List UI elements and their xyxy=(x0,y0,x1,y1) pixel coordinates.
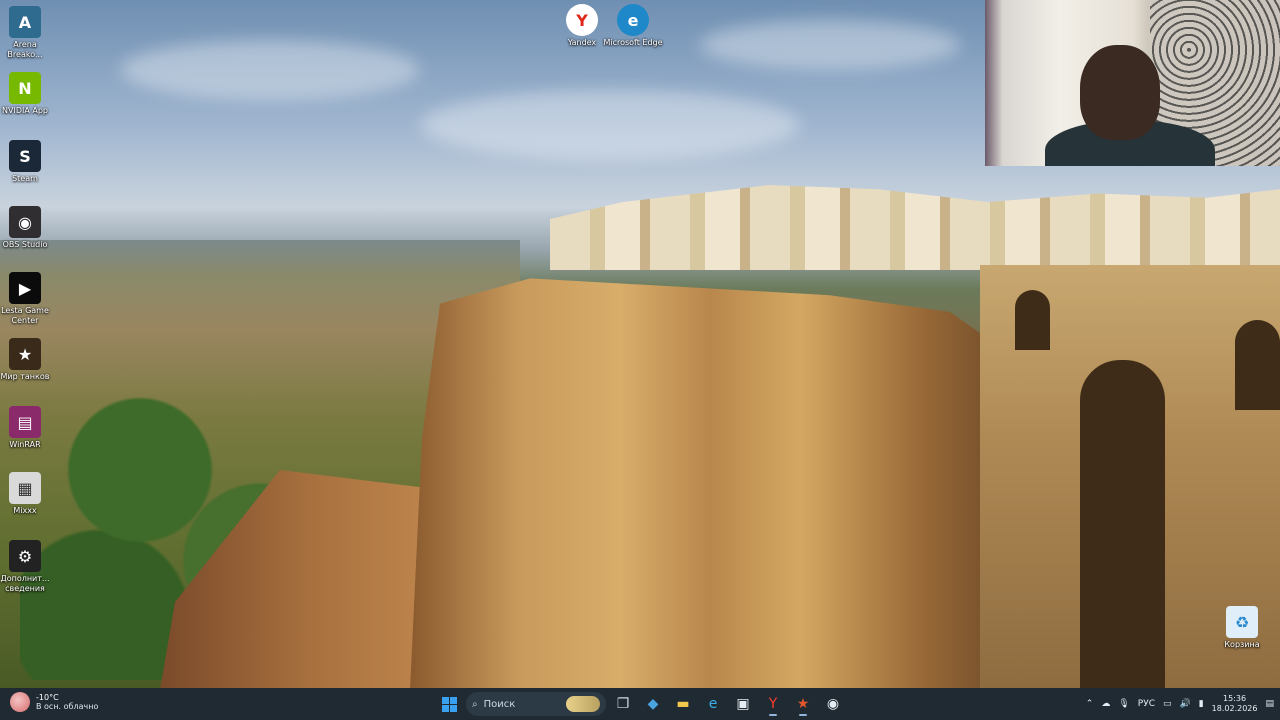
taskbar-button-microsoft-store[interactable]: ▣ xyxy=(730,691,756,717)
microsoft-store-alt-icon: ◆ xyxy=(647,696,659,712)
windows-start-icon xyxy=(441,696,457,712)
desktop-shortcut-microsoft-edge[interactable]: e Microsoft Edge xyxy=(603,4,663,48)
taskbar-apps: ❐ ◆ ▬ e ▣ Y ★ ◉ xyxy=(610,691,846,717)
desktop-shortcut-label: Lesta Game Center xyxy=(1,306,49,325)
obs-studio-icon: ◉ xyxy=(9,206,41,238)
cloud xyxy=(120,40,420,100)
show-hidden-icons-chevron-icon[interactable]: ⌃ xyxy=(1086,699,1094,709)
search-placeholder: Поиск xyxy=(483,698,516,710)
desktop-shortcut-label: Мир танков xyxy=(0,372,50,381)
taskbar-button-lesta-taskbar[interactable]: ★ xyxy=(790,691,816,717)
weather-desc: В осн. облачно xyxy=(36,702,99,711)
microsoft-edge-icon: e xyxy=(617,4,649,36)
recycle-bin-icon: ♻ xyxy=(1226,606,1258,638)
taskbar-button-obs-taskbar[interactable]: ◉ xyxy=(820,691,846,717)
cloud xyxy=(700,20,960,70)
taskbar-button-edge-taskbar[interactable]: e xyxy=(700,691,726,717)
town-buildings xyxy=(550,185,1280,270)
microphone-icon[interactable]: 🎙 xyxy=(1118,699,1129,709)
recycle-bin-label: Корзина xyxy=(1224,640,1260,649)
start-button[interactable] xyxy=(436,691,462,717)
running-indicator xyxy=(799,714,807,716)
webcam-overlay xyxy=(985,0,1280,166)
taskbar-search[interactable]: ⌕ Поиск xyxy=(466,692,606,716)
volume-icon[interactable]: 🔊 xyxy=(1180,699,1191,709)
taskbar-button-microsoft-store-alt[interactable]: ◆ xyxy=(640,691,666,717)
additional-info-icon: ⚙ xyxy=(9,540,41,572)
arena-breakout-icon: A xyxy=(9,6,41,38)
desktop-shortcut-label: WinRAR xyxy=(9,440,41,449)
bridge-arch xyxy=(1080,360,1165,688)
taskbar-center: ⌕ Поиск ❐ ◆ ▬ e ▣ Y ★ ◉ xyxy=(436,691,846,717)
taskbar-button-file-explorer[interactable]: ▬ xyxy=(670,691,696,717)
cloud xyxy=(420,90,800,160)
desktop-shortcut-label: Steam xyxy=(12,174,38,183)
task-view-icon: ❐ xyxy=(616,696,630,712)
clock-time: 15:36 xyxy=(1223,694,1247,703)
desktop-shortcut-label: Microsoft Edge xyxy=(603,38,663,47)
lesta-game-center-icon: ▶ xyxy=(9,272,41,304)
winrar-icon: ▤ xyxy=(9,406,41,438)
language-indicator[interactable]: РУС xyxy=(1138,699,1155,709)
battery-icon[interactable]: ▮ xyxy=(1199,699,1204,709)
desktop-shortcut-label: NVIDIA App xyxy=(2,106,48,115)
bridge-window xyxy=(1015,290,1050,350)
desktop-shortcut-lesta-game-center[interactable]: ▶ Lesta Game Center xyxy=(0,272,55,326)
desktop-shortcut-nvidia-app[interactable]: N NVIDIA App xyxy=(0,72,55,116)
yandex-icon: Y xyxy=(566,4,598,36)
obs-taskbar-icon: ◉ xyxy=(826,696,840,712)
running-indicator xyxy=(769,714,777,716)
desktop-shortcut-mir-tankov[interactable]: ★ Мир танков xyxy=(0,338,55,382)
taskbar-button-yandex-taskbar[interactable]: Y xyxy=(760,691,786,717)
desktop-shortcut-label: Mixxx xyxy=(13,506,37,515)
desktop-shortcut-mixxx[interactable]: ▦ Mixxx xyxy=(0,472,55,516)
cliff-rock xyxy=(410,278,1010,688)
onedrive-icon[interactable]: ☁ xyxy=(1101,699,1110,709)
desktop-shortcut-steam[interactable]: S Steam xyxy=(0,140,55,184)
steam-icon: S xyxy=(9,140,41,172)
desktop-shortcut-label: OBS Studio xyxy=(2,240,48,249)
desktop-shortcut-winrar[interactable]: ▤ WinRAR xyxy=(0,406,55,450)
desktop-shortcut-label: Arena Breako... xyxy=(7,40,43,59)
system-tray: ⌃ ☁ 🎙 РУС ▭ 🔊 ▮ 15:36 18.02.2026 ▤ xyxy=(1086,688,1274,720)
weather-widget[interactable]: -10°C В осн. облачно xyxy=(10,692,98,712)
lesta-taskbar-icon: ★ xyxy=(796,696,810,712)
weather-icon xyxy=(10,692,30,712)
network-icon[interactable]: ▭ xyxy=(1163,699,1172,709)
edge-taskbar-icon: e xyxy=(708,696,718,712)
taskbar-button-task-view[interactable]: ❐ xyxy=(610,691,636,717)
mir-tankov-icon: ★ xyxy=(9,338,41,370)
file-explorer-icon: ▬ xyxy=(676,696,690,712)
desktop-shortcut-obs-studio[interactable]: ◉ OBS Studio xyxy=(0,206,55,250)
search-highlight-image xyxy=(566,696,600,712)
desktop-shortcut-additional-info[interactable]: ⚙ Дополнит... сведения xyxy=(0,540,55,594)
nvidia-app-icon: N xyxy=(9,72,41,104)
notifications-icon[interactable]: ▤ xyxy=(1265,699,1274,709)
weather-temp: -10°C xyxy=(36,693,59,702)
search-icon: ⌕ xyxy=(472,698,478,710)
recycle-bin[interactable]: ♻ Корзина xyxy=(1212,606,1272,650)
person-head xyxy=(1080,45,1160,140)
microsoft-store-icon: ▣ xyxy=(736,696,750,712)
mixxx-icon: ▦ xyxy=(9,472,41,504)
yandex-taskbar-icon: Y xyxy=(768,696,778,712)
bridge-window xyxy=(1235,320,1280,410)
clock[interactable]: 15:36 18.02.2026 xyxy=(1212,694,1258,714)
clock-date: 18.02.2026 xyxy=(1211,704,1258,713)
desktop-shortcut-label: Дополнит... сведения xyxy=(0,574,50,593)
desktop-shortcut-arena-breakout[interactable]: A Arena Breako... xyxy=(0,6,55,60)
